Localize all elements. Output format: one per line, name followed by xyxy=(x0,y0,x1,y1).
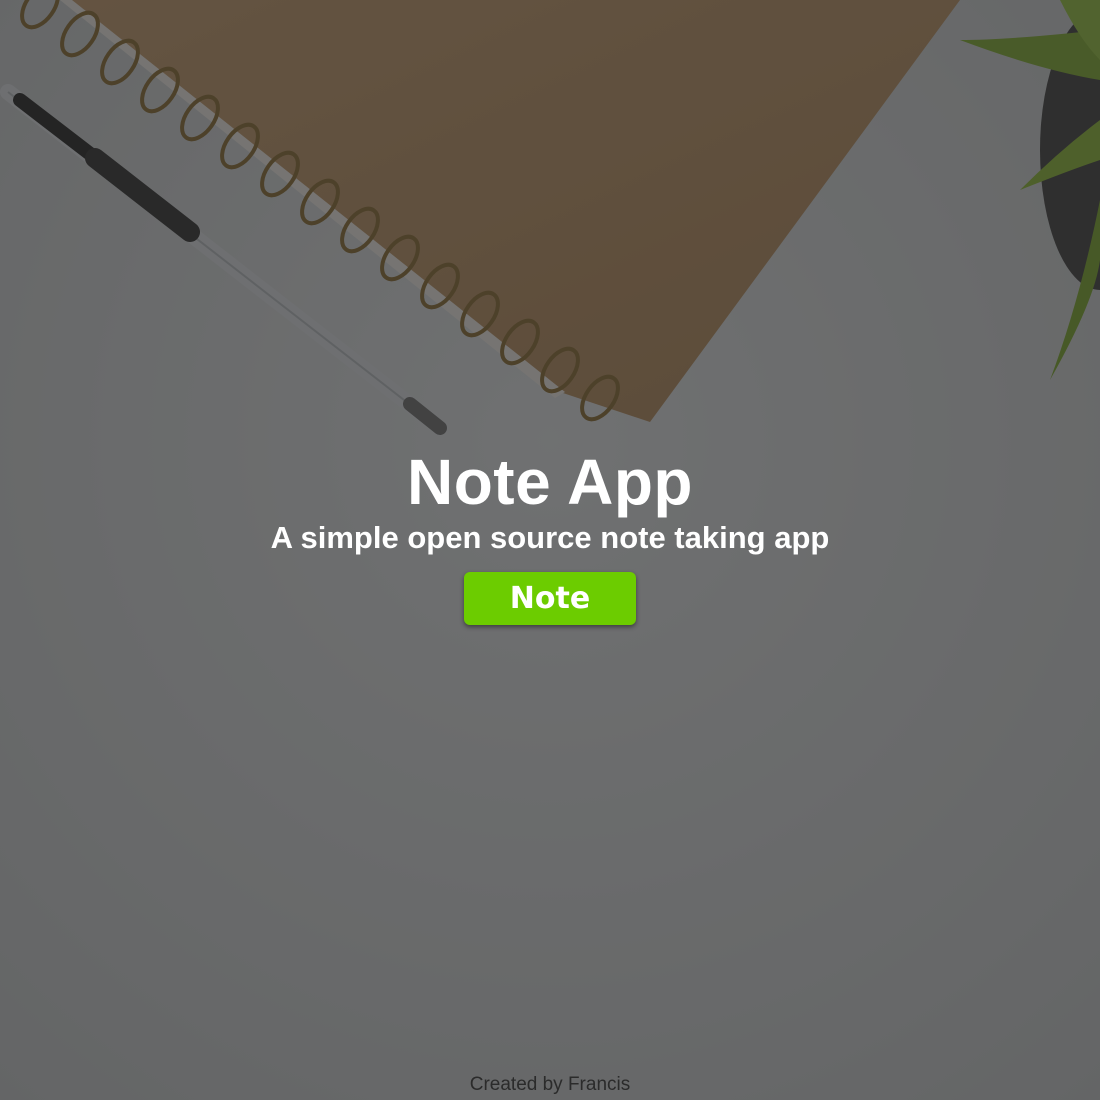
footer-credit: Created by Francis xyxy=(469,1074,631,1095)
page-title: Note App xyxy=(406,446,694,518)
hero: Note App A simple open source note takin… xyxy=(0,446,1100,625)
note-button[interactable]: Note xyxy=(464,572,636,625)
page-subtitle: A simple open source note taking app xyxy=(270,520,830,555)
